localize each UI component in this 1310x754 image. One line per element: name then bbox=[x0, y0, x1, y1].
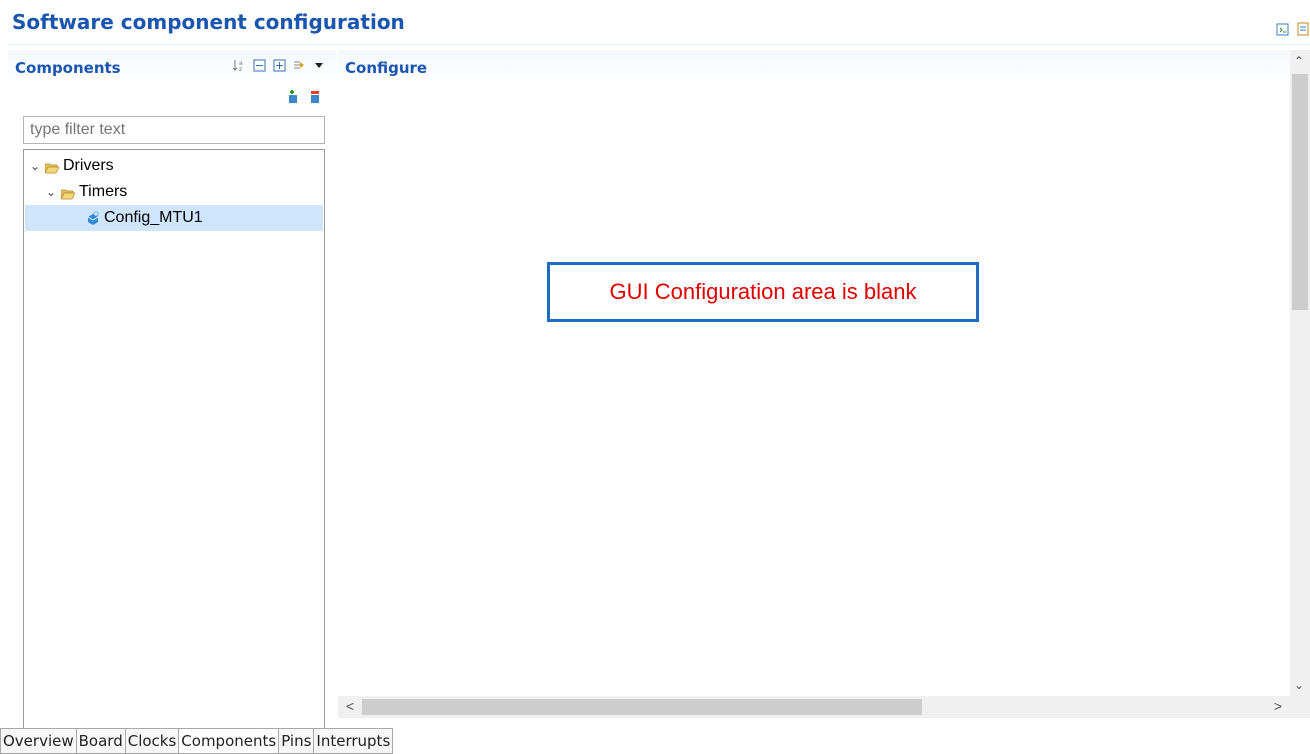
component-actions bbox=[286, 90, 322, 104]
configure-title: Configure bbox=[345, 59, 428, 77]
tree-item-config-mtu1[interactable]: Config_MTU1 bbox=[25, 205, 323, 231]
expand-all-icon[interactable] bbox=[272, 58, 286, 72]
horizontal-scroll-thumb[interactable] bbox=[362, 699, 922, 715]
configure-panel: Configure ⌃ ⌄ < > bbox=[338, 50, 1310, 718]
components-tree: ⌄ Drivers ⌄ Timers Config_MTU1 bbox=[23, 149, 325, 745]
collapse-all-icon[interactable] bbox=[252, 58, 266, 72]
page-title: Software component configuration bbox=[12, 10, 405, 34]
tab-interrupts[interactable]: Interrupts bbox=[313, 728, 394, 754]
horizontal-scrollbar[interactable]: < > bbox=[338, 696, 1310, 718]
configure-header: Configure bbox=[338, 50, 1310, 84]
chevron-down-icon[interactable]: ⌄ bbox=[29, 159, 41, 173]
vertical-scrollbar[interactable]: ⌃ ⌄ bbox=[1290, 50, 1310, 696]
chevron-down-icon[interactable]: ⌄ bbox=[45, 185, 57, 199]
components-toolbar: az bbox=[232, 58, 326, 72]
tab-board[interactable]: Board bbox=[75, 728, 125, 754]
svg-text:z: z bbox=[239, 66, 242, 72]
tree-item-label: Drivers bbox=[63, 157, 114, 174]
tree-item-drivers[interactable]: ⌄ Drivers bbox=[25, 153, 323, 179]
generate-report-icon[interactable] bbox=[1296, 22, 1310, 36]
scroll-down-icon[interactable]: ⌄ bbox=[1294, 678, 1304, 692]
tab-components[interactable]: Components bbox=[178, 728, 279, 754]
scroll-left-icon[interactable]: < bbox=[346, 698, 354, 714]
scroll-up-icon[interactable]: ⌃ bbox=[1294, 54, 1304, 68]
remove-component-icon[interactable] bbox=[308, 90, 322, 104]
component-icon bbox=[86, 211, 100, 225]
annotation-callout: GUI Configuration area is blank bbox=[547, 262, 979, 322]
generate-code-icon[interactable] bbox=[1276, 22, 1290, 36]
folder-open-icon bbox=[44, 161, 60, 173]
tree-item-label: Timers bbox=[79, 183, 128, 200]
tab-clocks[interactable]: Clocks bbox=[124, 728, 179, 754]
components-title: Components bbox=[15, 59, 121, 77]
folder-open-icon bbox=[60, 187, 76, 199]
tab-pins[interactable]: Pins bbox=[278, 728, 314, 754]
tree-item-timers[interactable]: ⌄ Timers bbox=[25, 179, 323, 205]
components-panel: Components az type filter text ⌄ Drivers… bbox=[8, 50, 336, 750]
title-separator bbox=[8, 44, 1310, 45]
editor-tabs: Overview Board Clocks Components Pins In… bbox=[0, 728, 394, 754]
tree-item-label: Config_MTU1 bbox=[104, 209, 203, 226]
tab-overview[interactable]: Overview bbox=[0, 728, 76, 754]
link-icon[interactable] bbox=[292, 58, 306, 72]
sort-icon[interactable]: az bbox=[232, 58, 246, 72]
components-header: Components az bbox=[8, 50, 336, 84]
vertical-scroll-thumb[interactable] bbox=[1292, 74, 1308, 310]
filter-input[interactable] bbox=[23, 116, 325, 144]
view-menu-icon[interactable] bbox=[312, 58, 326, 72]
add-component-icon[interactable] bbox=[286, 90, 300, 104]
scroll-right-icon[interactable]: > bbox=[1274, 698, 1282, 714]
top-right-toolbar bbox=[1276, 22, 1310, 36]
